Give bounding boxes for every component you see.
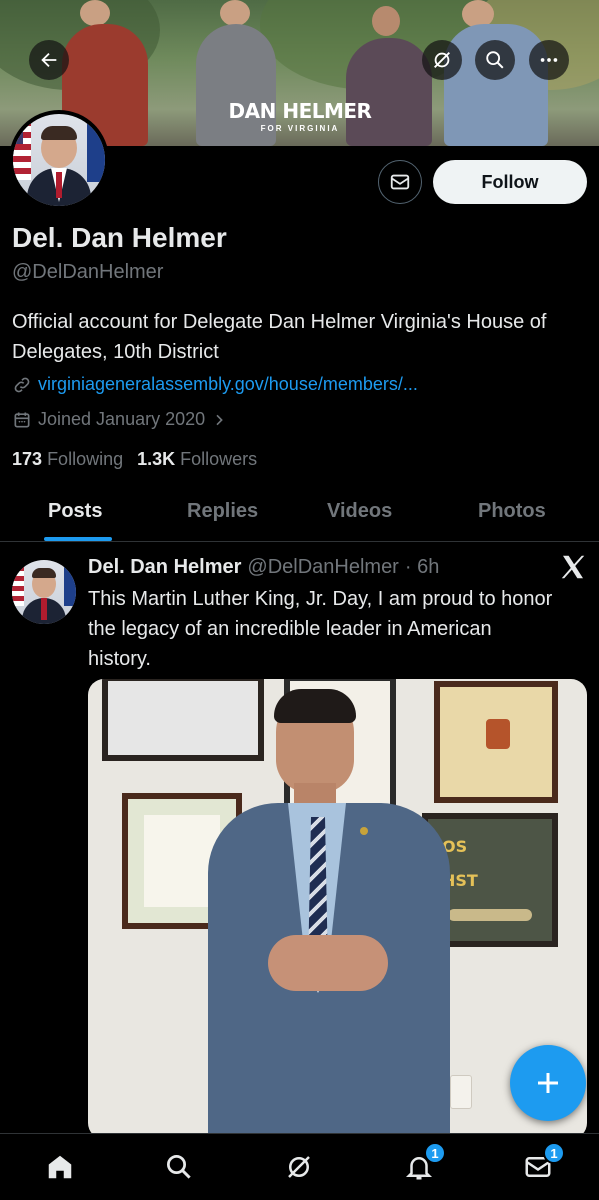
chevron-right-icon xyxy=(216,414,223,425)
compose-post-button[interactable] xyxy=(510,1045,586,1121)
profile-website-link[interactable]: virginiageneralassembly.gov/house/member… xyxy=(38,374,418,395)
campaign-logo-title: DAN HELMER xyxy=(228,99,372,123)
nav-grok[interactable] xyxy=(282,1150,316,1184)
post-header: Del. Dan Helmer @DelDanHelmer · 6h xyxy=(88,556,439,579)
follow-button[interactable]: Follow xyxy=(433,160,587,204)
tab-posts[interactable]: Posts xyxy=(48,500,102,523)
post-handle[interactable]: @DelDanHelmer xyxy=(247,556,398,579)
profile-bio: Official account for Delegate Dan Helmer… xyxy=(12,311,547,363)
nav-messages[interactable]: 1 xyxy=(521,1142,565,1184)
back-button[interactable] xyxy=(29,40,69,80)
grok-icon xyxy=(434,52,450,68)
nav-notifications[interactable]: 1 xyxy=(402,1142,446,1184)
x-logo-icon xyxy=(561,555,585,579)
tab-photos[interactable]: Photos xyxy=(478,500,546,523)
search-icon xyxy=(486,51,504,69)
bottom-navigation: 1 1 xyxy=(0,1133,599,1200)
calendar-icon xyxy=(14,412,30,427)
back-arrow-icon xyxy=(41,52,57,68)
more-button[interactable] xyxy=(529,40,569,80)
post-author[interactable]: Del. Dan Helmer xyxy=(88,556,241,579)
profile-stats: 173 Following 1.3K Followers xyxy=(12,449,257,470)
profile-name: Del. Dan Helmer xyxy=(12,222,227,253)
media-sign-os: OS xyxy=(442,837,468,856)
media-sign-hst: HST xyxy=(442,871,478,890)
following-stat[interactable]: 173 Following xyxy=(12,449,123,470)
notifications-badge: 1 xyxy=(424,1142,446,1164)
profile-avatar[interactable] xyxy=(9,110,109,210)
home-icon xyxy=(48,1155,72,1179)
followers-count: 1.3K xyxy=(137,449,176,469)
post-time: · 6h xyxy=(404,556,440,578)
more-icon xyxy=(540,58,558,62)
tab-videos[interactable]: Videos xyxy=(327,500,392,523)
followers-stat[interactable]: 1.3K Followers xyxy=(137,449,257,470)
active-tab-indicator xyxy=(44,537,112,541)
profile-joined-text: Joined January 2020 xyxy=(38,409,206,429)
search-button[interactable] xyxy=(475,40,515,80)
mail-icon xyxy=(390,174,410,190)
message-button[interactable] xyxy=(378,160,422,204)
grok-icon xyxy=(288,1156,310,1178)
followers-label: Followers xyxy=(180,449,258,469)
following-label: Following xyxy=(47,449,124,469)
plus-icon xyxy=(538,1073,558,1093)
search-icon xyxy=(167,1155,191,1179)
campaign-logo-subtitle: FOR VIRGINIA xyxy=(260,124,340,133)
profile-handle: @DelDanHelmer xyxy=(12,261,164,283)
profile-website[interactable]: virginiageneralassembly.gov/house/member… xyxy=(12,374,418,395)
profile-joined[interactable]: Joined January 2020 xyxy=(12,409,227,430)
post-avatar[interactable] xyxy=(12,560,76,624)
nav-search[interactable] xyxy=(162,1150,196,1184)
profile-tabs: Posts Replies Videos Photos xyxy=(0,484,599,542)
campaign-logo: DAN HELMER FOR VIRGINIA xyxy=(219,100,381,133)
post-text: This Martin Luther King, Jr. Day, I am p… xyxy=(88,588,553,670)
following-count: 173 xyxy=(12,449,43,469)
link-icon xyxy=(14,377,30,392)
tab-replies[interactable]: Replies xyxy=(187,500,258,523)
grok-button[interactable] xyxy=(422,40,462,80)
nav-home[interactable] xyxy=(43,1150,77,1184)
messages-badge: 1 xyxy=(543,1142,565,1164)
